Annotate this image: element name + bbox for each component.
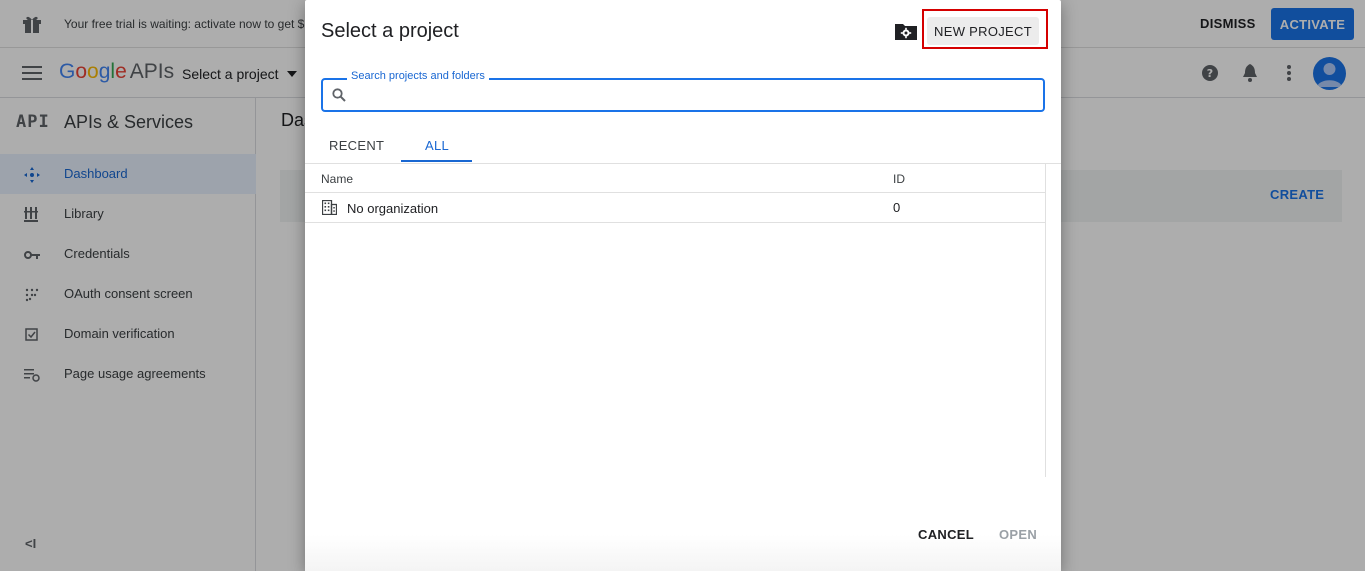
row-name: No organization: [347, 201, 439, 216]
tab-all[interactable]: ALL: [425, 138, 449, 153]
row-id: 0: [893, 200, 901, 215]
folder-settings-icon[interactable]: [895, 22, 917, 40]
table-row[interactable]: No organization 0: [305, 193, 1046, 223]
search-icon: [332, 88, 346, 102]
column-header-id[interactable]: ID: [893, 172, 905, 186]
dialog-footer: [305, 480, 1061, 571]
table-header: Name ID: [305, 164, 1046, 193]
new-project-highlight: NEW PROJECT: [922, 9, 1048, 49]
tab-recent[interactable]: RECENT: [329, 138, 384, 153]
select-project-dialog: Select a project NEW PROJECT Search proj…: [305, 0, 1061, 571]
search-input[interactable]: [353, 82, 1033, 108]
new-project-button[interactable]: NEW PROJECT: [927, 17, 1039, 45]
projects-table: Name ID No organization 0: [305, 164, 1046, 477]
column-header-name[interactable]: Name: [321, 172, 353, 186]
active-tab-indicator: [401, 160, 472, 162]
app: Your free trial is waiting: activate now…: [0, 0, 1365, 571]
dialog-tabs: RECENT ALL: [305, 128, 1061, 164]
cancel-button[interactable]: CANCEL: [918, 527, 974, 542]
open-button[interactable]: OPEN: [999, 527, 1037, 542]
search-field-label: Search projects and folders: [347, 70, 489, 82]
organization-icon: [322, 200, 337, 215]
dialog-title: Select a project: [321, 20, 459, 42]
